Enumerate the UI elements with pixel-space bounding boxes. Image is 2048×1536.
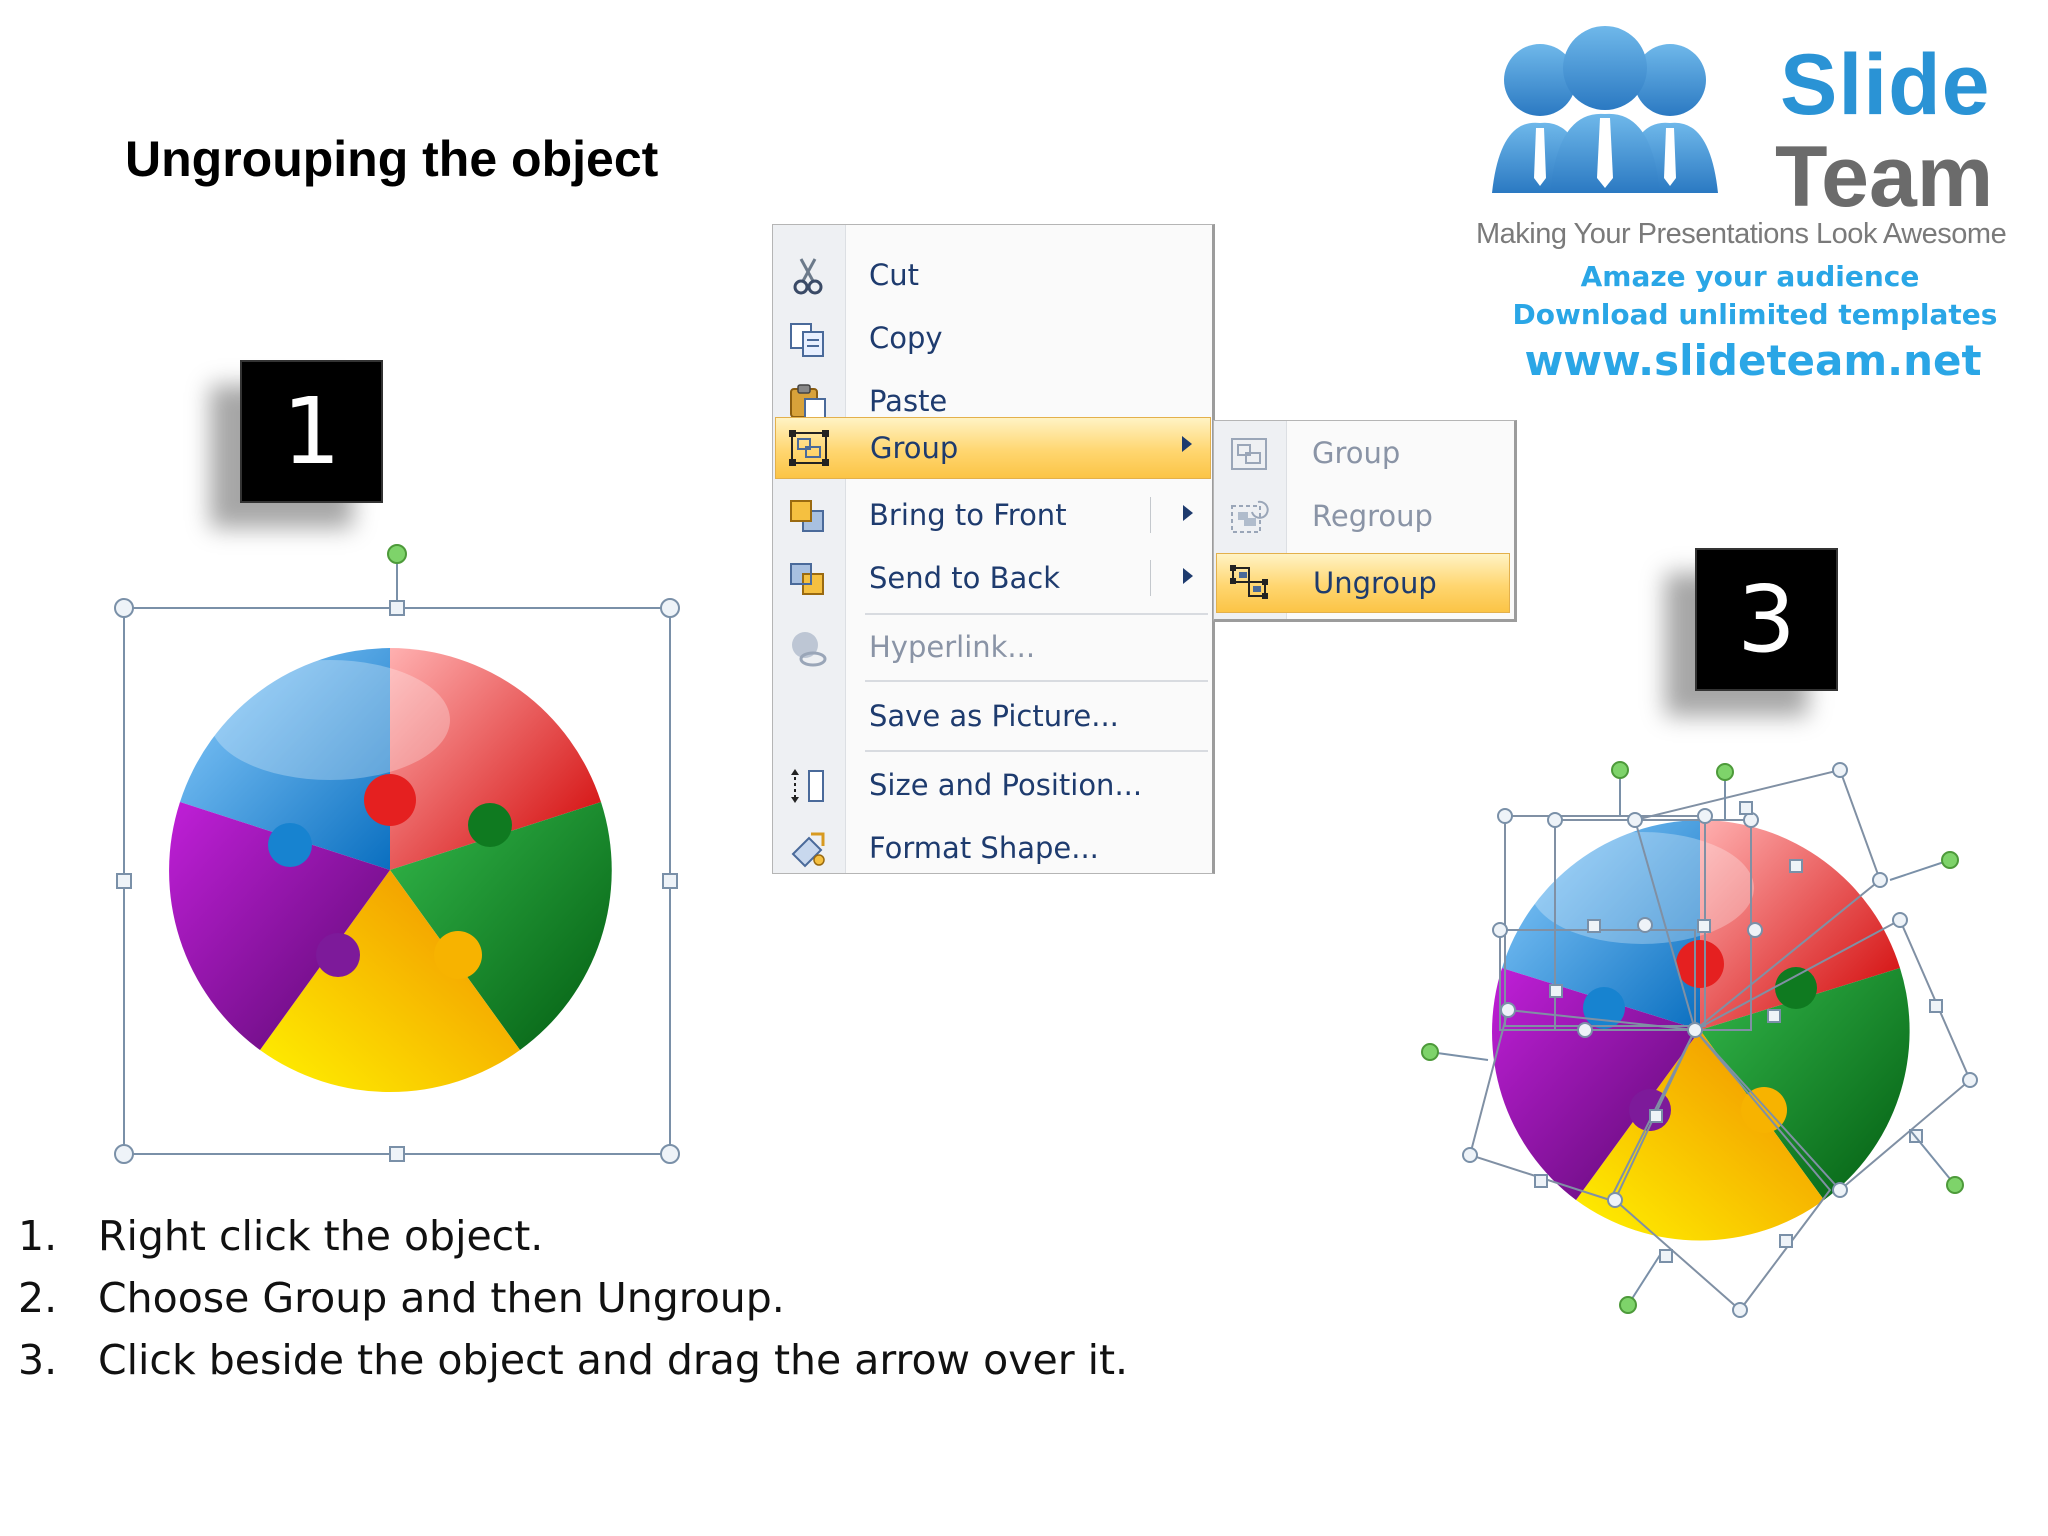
menu-item-label: Save as Picture... xyxy=(869,699,1119,733)
rotate-handle xyxy=(387,544,407,564)
format-shape-icon xyxy=(791,832,825,868)
menu-item-save-as-picture[interactable]: Save as Picture... xyxy=(775,688,1211,744)
submenu-item-regroup: Regroup xyxy=(1216,488,1510,544)
step-text: Click beside the object and drag the arr… xyxy=(98,1336,1129,1384)
group-icon xyxy=(1231,438,1267,470)
logo-url[interactable]: www.slideteam.net xyxy=(1470,336,2036,385)
step-text: Choose Group and then Ungroup. xyxy=(98,1274,785,1322)
submenu-item-label: Regroup xyxy=(1312,499,1433,533)
resize-handle-b xyxy=(389,1146,405,1162)
menu-item-label: Copy xyxy=(869,321,943,355)
menu-item-hyperlink: Hyperlink... xyxy=(775,619,1211,675)
step-number: 2. xyxy=(18,1274,58,1322)
menu-item-label: Bring to Front xyxy=(869,498,1067,532)
group-submenu: Group Regroup Ungroup xyxy=(1213,420,1517,622)
menu-item-format-shape[interactable]: Format Shape... xyxy=(775,820,1211,876)
submenu-item-ungroup[interactable]: Ungroup xyxy=(1216,553,1510,613)
menu-item-label: Cut xyxy=(869,258,919,292)
grouped-puzzle-object[interactable] xyxy=(110,530,680,1164)
people-logo-icon xyxy=(1492,26,1718,193)
menu-item-size-and-position[interactable]: Size and Position... xyxy=(775,757,1211,813)
context-menu: Cut Copy Paste Group Bring to Front Send… xyxy=(772,224,1215,874)
menu-item-label: Send to Back xyxy=(869,561,1060,595)
resize-handle-tr xyxy=(660,598,680,618)
logo-line-download: Download unlimited templates xyxy=(1512,298,1998,331)
hyperlink-icon xyxy=(792,632,827,667)
step-number: 3. xyxy=(18,1336,58,1384)
resize-handle-bl xyxy=(114,1144,134,1164)
menu-item-copy[interactable]: Copy xyxy=(775,310,1211,366)
send-to-back-icon xyxy=(790,563,824,595)
logo-word-slide: Slide xyxy=(1780,37,1991,133)
menu-item-label: Group xyxy=(870,431,959,465)
menu-item-bring-to-front[interactable]: Bring to Front xyxy=(775,487,1211,543)
logo-line-amaze: Amaze your audience xyxy=(1580,260,1920,293)
menu-item-group[interactable]: Group xyxy=(775,417,1211,479)
submenu-item-label: Ungroup xyxy=(1313,566,1437,600)
step-badge-1: 1 xyxy=(240,360,383,503)
menu-separator xyxy=(865,750,1208,752)
menu-separator xyxy=(865,680,1208,682)
logo-word-team: Team xyxy=(1775,129,1994,225)
menu-item-label: Format Shape... xyxy=(869,831,1099,865)
menu-item-label: Paste xyxy=(869,384,948,418)
ungroup-icon xyxy=(1230,565,1268,599)
submenu-item-group: Group xyxy=(1216,425,1510,481)
scissors-icon xyxy=(793,258,823,295)
submenu-arrow-icon[interactable] xyxy=(1183,568,1193,584)
menu-separator xyxy=(865,613,1208,615)
copy-icon xyxy=(790,323,824,357)
puzzle-circle xyxy=(169,648,612,1093)
step-badge-3: 3 xyxy=(1695,548,1838,691)
submenu-item-label: Group xyxy=(1312,436,1401,470)
logo-tagline: Making Your Presentations Look Awesome xyxy=(1476,218,2007,250)
step-number: 1. xyxy=(18,1212,58,1260)
split-separator xyxy=(1150,560,1151,596)
ungrouped-puzzle-object[interactable] xyxy=(1410,760,2010,1320)
group-icon xyxy=(789,430,829,466)
resize-handle-t xyxy=(389,600,405,616)
resize-handle-tl xyxy=(114,598,134,618)
menu-item-cut[interactable]: Cut xyxy=(775,247,1211,303)
slideteam-logo: Slide Team Making Your Presentations Loo… xyxy=(1470,18,2040,385)
slide-title: Ungrouping the object xyxy=(125,131,659,187)
resize-handle-r xyxy=(662,873,678,889)
menu-item-label: Hyperlink... xyxy=(869,630,1036,664)
resize-handle-l xyxy=(116,873,132,889)
paste-icon xyxy=(790,384,826,420)
menu-item-send-to-back[interactable]: Send to Back xyxy=(775,550,1211,606)
split-separator xyxy=(1150,497,1151,533)
submenu-arrow-icon xyxy=(1182,436,1192,452)
step-text: Right click the object. xyxy=(98,1212,544,1260)
regroup-icon xyxy=(1231,500,1269,533)
bring-to-front-icon xyxy=(790,500,824,532)
resize-handle-br xyxy=(660,1144,680,1164)
submenu-arrow-icon[interactable] xyxy=(1183,505,1193,521)
size-position-icon xyxy=(791,769,824,803)
menu-item-label: Size and Position... xyxy=(869,768,1143,802)
